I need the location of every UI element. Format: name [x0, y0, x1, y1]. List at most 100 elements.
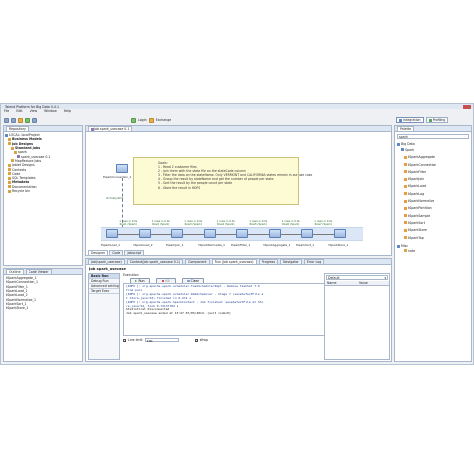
palette-item[interactable]: tSparkAggregate [397, 154, 471, 161]
component-icon [404, 206, 407, 210]
exchange-icon[interactable] [148, 117, 154, 123]
palette-item[interactable]: Spark [397, 146, 471, 153]
design-canvas[interactable]: Goals: 1 - Read 2 customer files 2 - Join … [86, 132, 391, 250]
integration-icon [399, 118, 402, 122]
tab-outline-label: Outline [9, 270, 21, 274]
palette-item[interactable]: tSparkJoin [397, 175, 471, 182]
window-close-icon[interactable] [463, 104, 471, 109]
job-editor: Job spark_usecase 0.1 Goals: 1 - Read 2 c… [85, 125, 392, 256]
tab-designer[interactable]: Designer [88, 250, 109, 255]
subjob-link-label: OnSubjobOk [106, 196, 124, 200]
perspective-profiling[interactable]: Profiling [425, 117, 449, 123]
folder-icon [11, 159, 14, 163]
palette-item[interactable]: tSparkSort [397, 219, 471, 226]
note-line: 6 - Store the result in HDFS [158, 185, 201, 190]
tab-job-editor[interactable]: Job spark_usecase 0.1 [88, 126, 133, 131]
connection-node[interactable] [116, 164, 128, 173]
flow-row-label-line: Row6 (Spark) [282, 222, 300, 226]
tab-bottom[interactable]: Job(spark_usecase) [88, 259, 125, 264]
component-icon [404, 236, 407, 239]
tab-bottom[interactable]: Error Log [303, 259, 325, 264]
execution-label: Execution [123, 273, 139, 277]
palette-item[interactable]: tSparkTop [397, 234, 471, 241]
tab-outline[interactable]: Outline [6, 269, 24, 274]
palette-item-label: tSparkNormalize [408, 199, 435, 204]
save-icon[interactable] [11, 117, 16, 123]
component-icon [404, 221, 407, 225]
ctx-col-name: Name [327, 281, 337, 285]
debug-icon[interactable] [32, 117, 37, 123]
flow-node[interactable] [106, 229, 118, 238]
tab-bottom[interactable]: Run (Job spark_usecase) [211, 259, 257, 264]
flow-node[interactable] [333, 229, 346, 238]
palette-item[interactable]: tSparkLog [397, 190, 471, 197]
context-select-value: Default [328, 275, 340, 280]
flow-node[interactable] [268, 229, 281, 238]
flow-node[interactable] [171, 229, 183, 238]
login-icon[interactable] [131, 117, 136, 123]
line-limit-input[interactable]: 100 [144, 338, 179, 343]
flow-node[interactable] [236, 229, 248, 238]
tab-bottom[interactable]: Context(Job spark_usecase 0.1) [126, 259, 184, 264]
flow-node[interactable] [301, 229, 313, 238]
export-icon[interactable] [18, 117, 23, 123]
clear-icon [187, 279, 190, 283]
repository-item-label: Recycle bin [12, 189, 31, 193]
line-limit-checkbox[interactable]: ✓ [123, 338, 127, 342]
goals-note[interactable]: Goals: 1 - Read 2 customer files 2 - Join … [133, 157, 312, 205]
run-icon[interactable] [25, 117, 30, 123]
palette-item[interactable]: tSparkPartition [397, 205, 471, 212]
menu-window[interactable]: Window [44, 109, 57, 116]
palette-search-value: spark [399, 134, 408, 139]
wrap-label: Wrap [199, 338, 208, 342]
context-select[interactable]: Default ▾ [326, 275, 388, 280]
repository-item[interactable]: Recycle bin [5, 189, 82, 193]
outline-item[interactable]: tSparkStore_1 [6, 306, 82, 310]
tab-bottom[interactable]: Navigator [280, 259, 302, 264]
run-panel: Job(spark_usecase) Context(Job spark_usec… [85, 258, 392, 362]
palette-item[interactable]: tSparkNormalize [397, 197, 471, 204]
menu-help[interactable]: Help [64, 109, 71, 116]
palette-item-label: tSparkJoin [408, 177, 425, 182]
outline-panel: Outline Code Viewer tSparkAggregate_1 tSp… [3, 268, 83, 362]
menu-view[interactable]: View [30, 109, 38, 116]
tab-bottom-label: Run (Job spark_usecase) [214, 260, 254, 264]
flow-connector [248, 233, 269, 235]
wrap-checkbox[interactable]: ✓ [194, 338, 198, 342]
recycle-icon [8, 189, 11, 193]
palette-item[interactable]: tSparkConnection [397, 161, 471, 168]
tab-repository[interactable]: Repository [6, 126, 29, 131]
exchange-button[interactable]: Exchange [156, 118, 172, 122]
menu-edit[interactable]: Edit [16, 109, 22, 116]
sql-icon [8, 176, 11, 180]
palette-item[interactable]: tSparkFilter [397, 168, 471, 175]
menu-file[interactable]: File [4, 109, 9, 116]
component-icon [404, 155, 407, 159]
flow-row-label: 1 rows in 0.0s Row4 (Spark) [217, 220, 236, 227]
line-limit-row: ✓ Line limit 100 ✓ Wrap [123, 338, 208, 343]
flow-row-label: 1 rows in 0.0s Row1 (Spark) [119, 220, 138, 227]
tab-bottom[interactable]: Progress [258, 259, 279, 264]
flow-node[interactable] [203, 229, 216, 238]
flow-node-label: tSparkAggregate_1 [263, 242, 291, 247]
tab-bottom[interactable]: Component [185, 259, 210, 264]
flow-row-label: 1 rows in 0.0s Row5 (Spark) [249, 220, 268, 227]
perspective-integration[interactable]: Integration [396, 117, 424, 123]
palette-item[interactable]: tSparkLoad [397, 183, 471, 190]
palette-list: Big Data Spark tSparkAggregate tSparkConnec… [395, 141, 471, 253]
login-button[interactable]: Login [138, 118, 147, 122]
tab-palette[interactable]: Palette [397, 126, 415, 131]
flow-node-label: tSparkSort_1 [296, 242, 315, 247]
run-sidebar-item[interactable]: Target Exec [89, 289, 119, 294]
palette-search[interactable]: spark [397, 134, 469, 139]
tab-jobscript[interactable]: Jobscript [124, 250, 145, 255]
palette-item[interactable]: note [397, 248, 471, 253]
palette-item[interactable]: tSparkSample [397, 212, 471, 219]
kill-icon [161, 279, 165, 283]
tab-code[interactable]: Code [109, 250, 124, 255]
new-icon[interactable] [4, 117, 9, 123]
palette-item[interactable]: tSparkStore [397, 227, 471, 234]
app-window: Talend Platform for Big Data 5.4.1 File … [0, 103, 474, 365]
tab-code-viewer[interactable]: Code Viewer [25, 269, 52, 274]
flow-node[interactable] [138, 229, 151, 238]
